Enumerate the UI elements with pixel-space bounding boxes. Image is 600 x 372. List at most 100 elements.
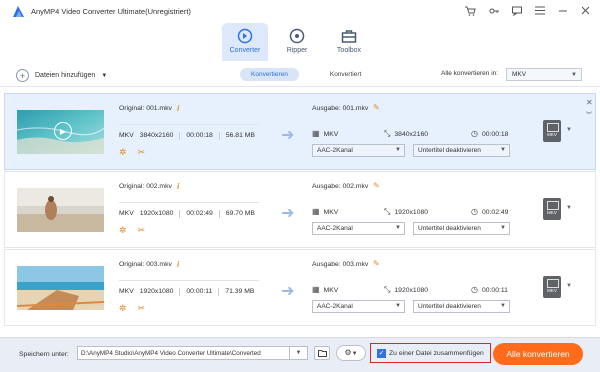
minimize-icon[interactable] [556, 4, 569, 17]
tab-label: Ripper [286, 47, 308, 54]
chevron-down-icon[interactable]: ▼ [290, 346, 308, 360]
subtitle-value: Untertitel deaktivieren [418, 225, 481, 232]
source-resolution: 1920x1080 [139, 210, 174, 217]
film-icon: ▦ [312, 285, 320, 294]
subtitle-select[interactable]: Untertitel deaktivieren ▼ [413, 222, 510, 235]
video-thumbnail[interactable] [17, 266, 104, 310]
subtitle-select[interactable]: Untertitel deaktivieren ▼ [413, 300, 510, 313]
save-location-label: Speichern unter: [19, 351, 69, 358]
add-files-button[interactable]: + Dateien hinzufügen ▼ [16, 69, 107, 82]
output-duration: 00:02:49 [481, 209, 509, 216]
output-resolution: 1920x1080 [394, 209, 429, 216]
info-icon[interactable]: i [177, 182, 179, 191]
chevron-down-icon: ▼ [500, 225, 506, 231]
subtitle-value: Untertitel deaktivieren [418, 303, 481, 310]
original-filename: Original: 003.mkv [119, 261, 172, 268]
output-resolution-item: ⤡ 1920x1080 [384, 285, 428, 295]
cut-icon[interactable]: ✂ [138, 303, 146, 314]
source-format: MKV [119, 210, 134, 217]
subtitle-select[interactable]: Untertitel deaktivieren ▼ [413, 144, 510, 157]
folder-icon [317, 350, 327, 357]
file-row[interactable]: Original: 002.mkv i MKV 1920x1080 00:02:… [4, 171, 596, 248]
cut-icon[interactable]: ✂ [138, 147, 146, 158]
convert-all-format-select[interactable]: MKV ▼ [506, 68, 582, 81]
converter-icon [237, 28, 253, 44]
divider [218, 132, 220, 140]
chevron-down-icon[interactable]: ▼ [566, 205, 572, 211]
output-format: MKV [323, 131, 339, 138]
convert-all-button[interactable]: Alle konvertieren [493, 343, 583, 365]
info-icon[interactable]: i [177, 260, 179, 269]
chevron-down-icon[interactable]: ▼ [566, 127, 572, 133]
output-resolution: 1920x1080 [394, 287, 429, 294]
clock-icon: ◷ [471, 207, 478, 216]
key-icon[interactable] [487, 4, 500, 17]
pencil-icon[interactable]: ✎ [373, 181, 380, 190]
audio-track-select[interactable]: AAC-2Kanal ▼ [312, 222, 405, 235]
format-badge-icon[interactable]: MKV [543, 198, 561, 220]
plus-icon: + [16, 69, 29, 82]
menu-icon[interactable] [533, 4, 546, 17]
close-icon[interactable]: ✕ [586, 98, 593, 107]
save-path-field[interactable]: D:\AnyMP4 Studio\AnyMP4 Video Converter … [77, 346, 290, 360]
file-row[interactable]: ▶ Original: 001.mkv i MKV 3840x2160 00:0… [4, 93, 596, 170]
merge-checkbox[interactable]: ✓ [377, 349, 386, 358]
info-icon[interactable]: i [177, 104, 179, 113]
output-format: MKV [323, 209, 339, 216]
output-resolution-item: ⤡ 3840x2160 [384, 129, 428, 139]
cut-icon[interactable]: ✂ [138, 225, 146, 236]
format-badge-icon[interactable]: MKV [543, 120, 561, 142]
audio-track-value: AAC-2Kanal [317, 147, 353, 154]
merge-label[interactable]: Zu einer Datei zusammenfügen [389, 350, 484, 357]
output-duration: 00:00:11 [481, 287, 508, 294]
chevron-down-icon[interactable]: ︾ [586, 110, 592, 119]
tab-toolbox[interactable]: Toolbox [326, 23, 372, 61]
source-duration: 00:02:49 [186, 210, 213, 217]
output-filename: Ausgabe: 001.mkv [312, 105, 369, 112]
divider [179, 210, 181, 218]
video-thumbnail[interactable] [17, 188, 104, 232]
divider [218, 210, 220, 218]
cart-icon[interactable] [464, 4, 477, 17]
chevron-down-icon[interactable]: ▼ [566, 283, 572, 289]
arrow-right-icon: ➜ [281, 205, 295, 222]
source-meta: MKV 1920x1080 00:02:49 69.70 MB [119, 210, 255, 218]
output-filename: Ausgabe: 002.mkv [312, 183, 369, 190]
convert-all-format-value: MKV [512, 71, 527, 78]
convert-all-label: Alle konvertieren in: [441, 70, 499, 77]
chevron-down-icon: ▼ [395, 147, 401, 153]
source-size: 56.81 MB [225, 132, 255, 139]
output-format-item: ▦ MKV [312, 129, 338, 138]
chat-icon[interactable] [510, 4, 523, 17]
resize-icon: ⤡ [384, 129, 391, 138]
title-bar: AnyMP4 Video Converter Ultimate(Unregist… [0, 0, 600, 22]
pencil-icon[interactable]: ✎ [373, 259, 380, 268]
output-filename: Ausgabe: 003.mkv [312, 261, 369, 268]
segment-converting[interactable]: Konvertieren [240, 68, 299, 81]
chevron-down-icon: ▼ [571, 72, 577, 78]
audio-track-select[interactable]: AAC-2Kanal ▼ [312, 144, 405, 157]
edit-tools: ✲ ✂ [119, 225, 145, 236]
close-icon[interactable] [579, 4, 592, 17]
open-folder-button[interactable] [314, 346, 330, 360]
view-switch: Konvertieren Konvertiert [240, 68, 372, 81]
segment-converted[interactable]: Konvertiert [319, 68, 372, 81]
play-icon[interactable]: ▶ [54, 122, 72, 140]
audio-track-select[interactable]: AAC-2Kanal ▼ [312, 300, 405, 313]
edit-star-icon[interactable]: ✲ [119, 147, 127, 158]
window-controls [464, 4, 592, 17]
file-row[interactable]: Original: 003.mkv i MKV 1920x1080 00:00:… [4, 249, 596, 326]
source-duration: 00:00:11 [186, 288, 213, 295]
bottom-bar: Speichern unter: D:\AnyMP4 Studio\AnyMP4… [0, 337, 600, 372]
edit-star-icon[interactable]: ✲ [119, 303, 127, 314]
resize-icon: ⤡ [384, 285, 391, 294]
output-format: MKV [323, 287, 339, 294]
edit-star-icon[interactable]: ✲ [119, 225, 127, 236]
tab-converter[interactable]: Converter [222, 23, 268, 61]
settings-button[interactable]: ⚙▼ [336, 345, 366, 361]
pencil-icon[interactable]: ✎ [373, 103, 380, 112]
tab-ripper[interactable]: Ripper [274, 23, 320, 61]
chevron-down-icon: ▼ [351, 351, 358, 357]
format-badge-icon[interactable]: MKV [543, 276, 561, 298]
source-resolution: 3840x2160 [139, 132, 174, 139]
